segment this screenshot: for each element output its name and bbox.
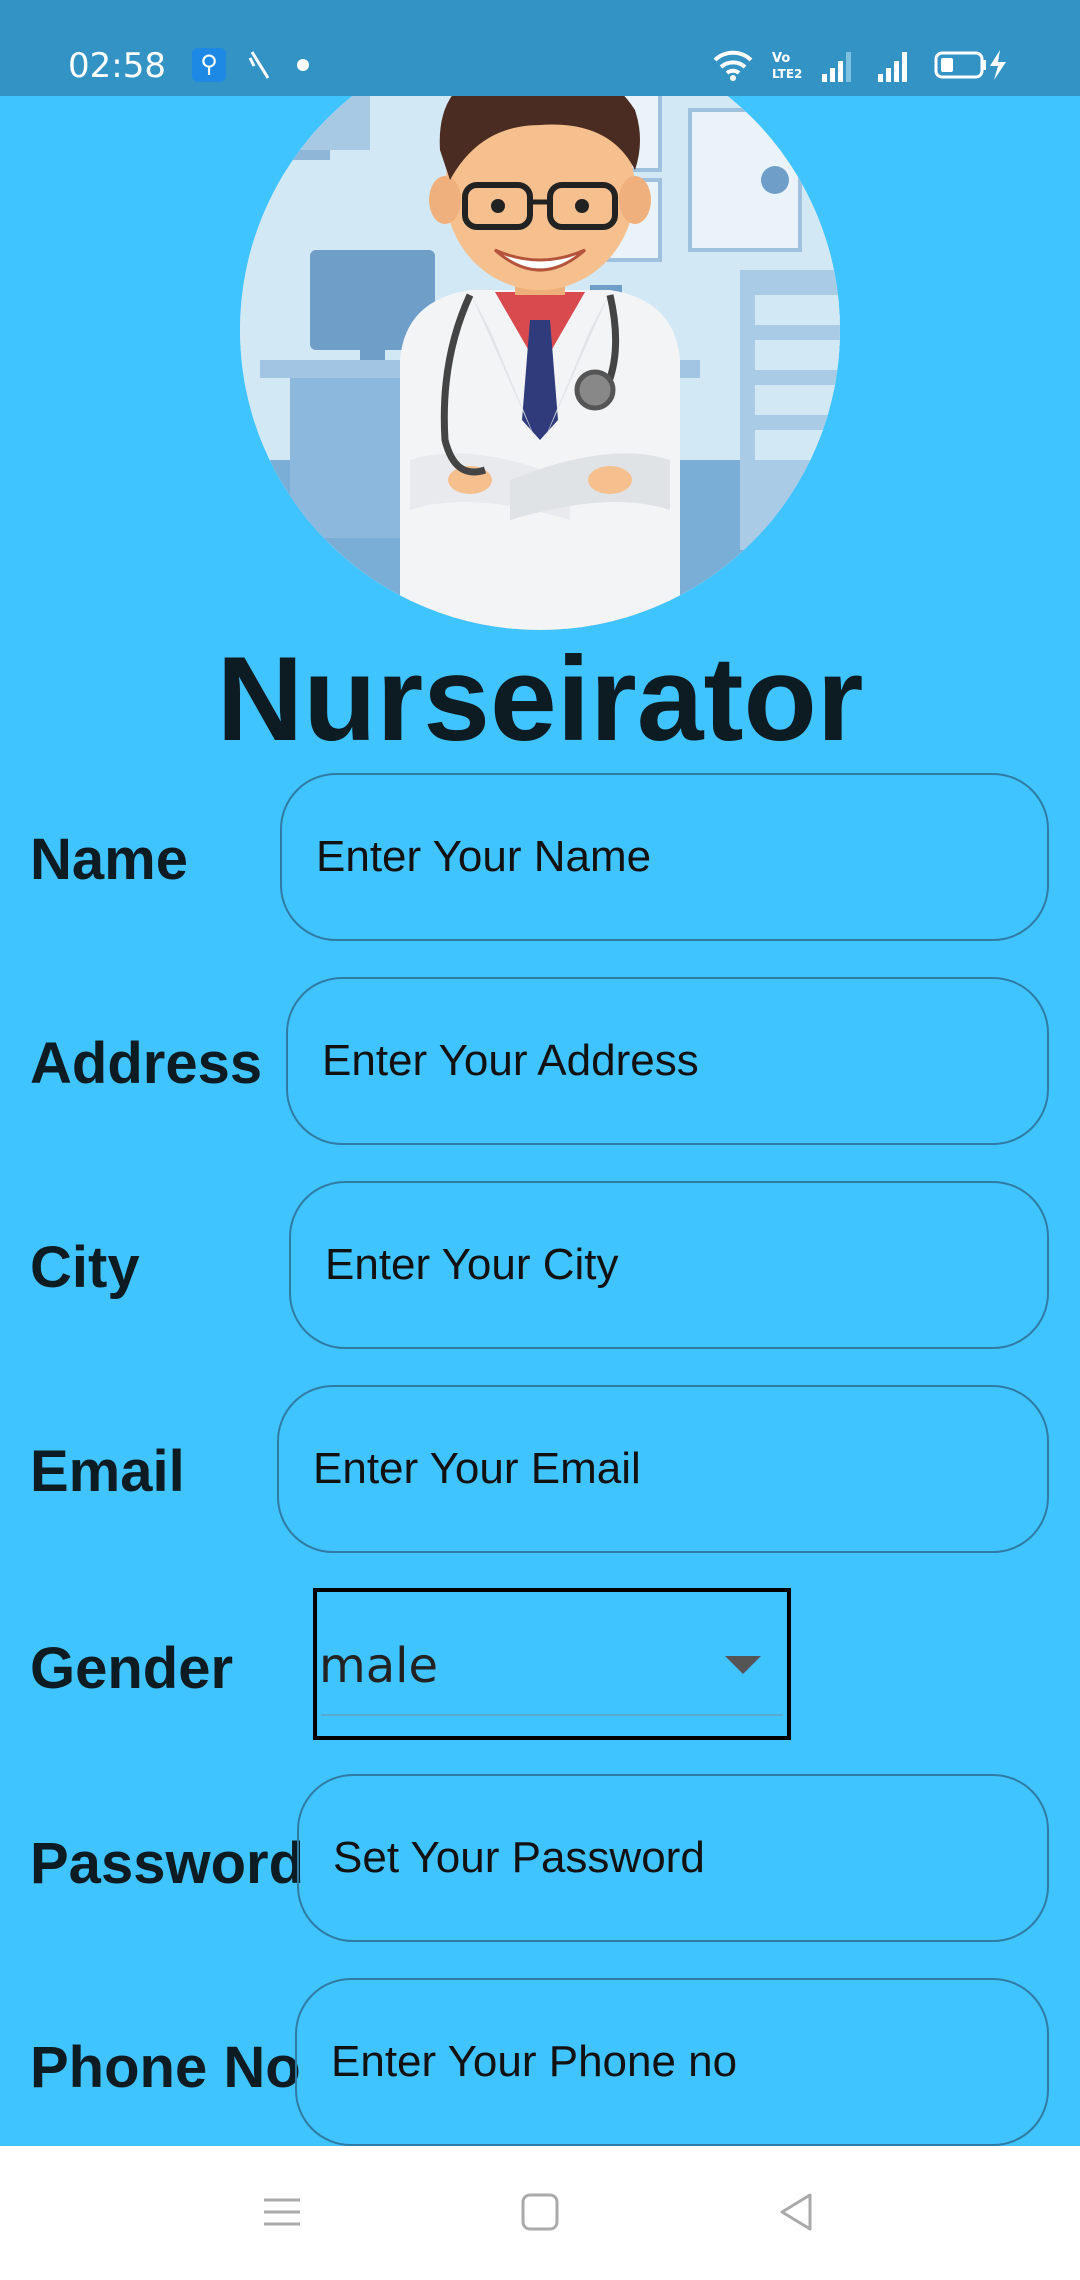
usb-icon: ⚲ bbox=[192, 48, 226, 82]
gender-label: Gender bbox=[30, 1636, 234, 1701]
password-label: Password bbox=[30, 1831, 304, 1896]
gender-dropdown[interactable]: male bbox=[313, 1588, 791, 1740]
name-field[interactable] bbox=[280, 773, 1049, 941]
volte-lte2-icon: Vo LTE2 bbox=[772, 51, 802, 81]
signal-sim2-icon bbox=[878, 52, 907, 82]
password-field[interactable] bbox=[297, 1774, 1049, 1942]
battery-charging-icon bbox=[934, 50, 1006, 80]
city-label: City bbox=[30, 1235, 140, 1300]
email-label: Email bbox=[30, 1439, 185, 1504]
gender-underline bbox=[321, 1714, 783, 1716]
notification-dot-icon bbox=[297, 59, 309, 71]
signal-sim1-icon bbox=[822, 52, 851, 82]
chevron-down-icon[interactable] bbox=[725, 1656, 761, 1674]
city-field[interactable] bbox=[289, 1181, 1049, 1349]
status-bar: 02:58 ⚲ Vo LTE2 bbox=[0, 0, 1080, 96]
missed-call-icon bbox=[248, 51, 270, 79]
name-label: Name bbox=[30, 827, 188, 892]
phone-label: Phone No bbox=[30, 2035, 301, 2100]
navigation-bar bbox=[0, 2146, 1080, 2280]
phone-field[interactable] bbox=[295, 1978, 1049, 2146]
menu-icon[interactable] bbox=[262, 2192, 302, 2232]
doctor-illustration bbox=[240, 30, 840, 630]
app-title: Nurseirator bbox=[216, 632, 864, 766]
email-field[interactable] bbox=[277, 1385, 1049, 1553]
wifi-icon bbox=[713, 50, 753, 81]
address-label: Address bbox=[30, 1031, 263, 1096]
svg-text:Vo: Vo bbox=[772, 51, 790, 66]
address-field[interactable] bbox=[286, 977, 1049, 1145]
back-icon[interactable] bbox=[776, 2192, 816, 2232]
gender-selected-value: male bbox=[319, 1638, 439, 1694]
svg-text:LTE2: LTE2 bbox=[772, 67, 802, 81]
status-time: 02:58 bbox=[68, 46, 166, 86]
home-icon[interactable] bbox=[520, 2192, 560, 2232]
